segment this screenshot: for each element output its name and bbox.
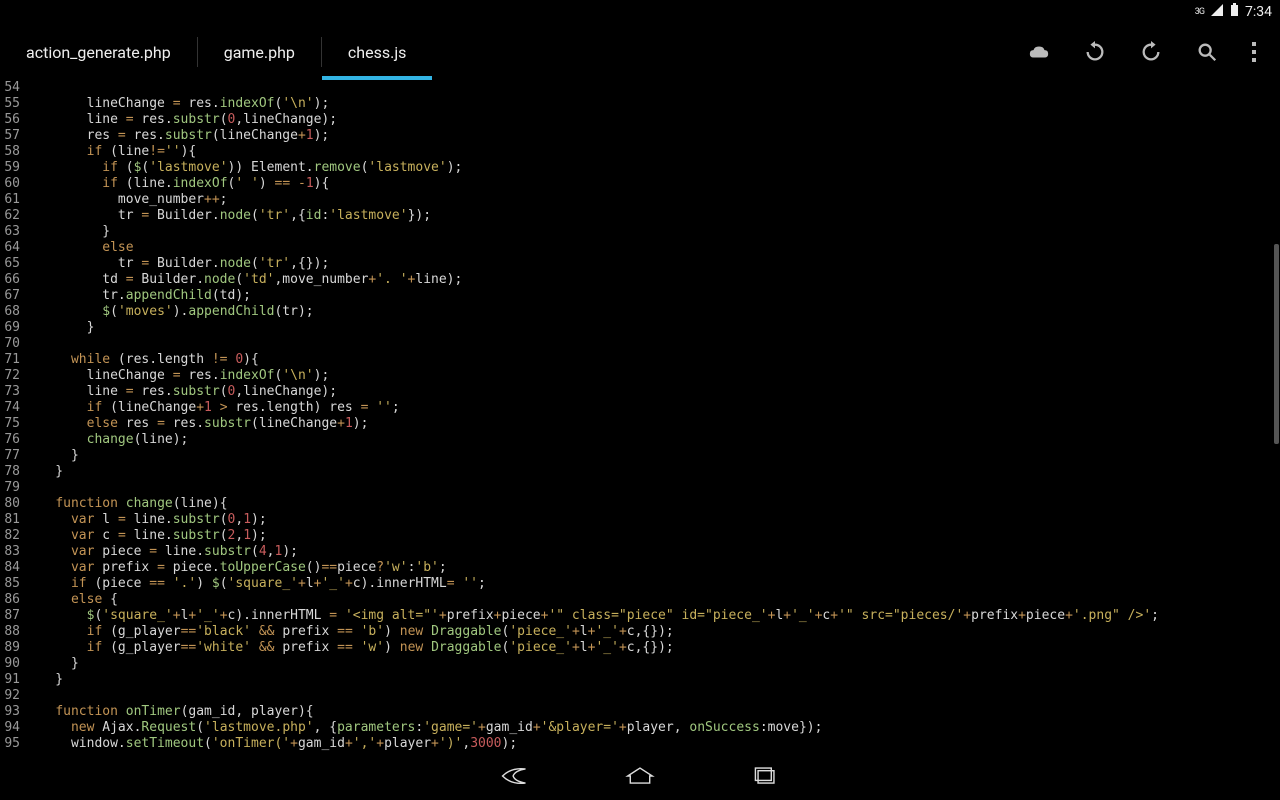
search-icon[interactable]: [1196, 41, 1218, 63]
android-nav-bar: [0, 756, 1280, 800]
scrollbar-thumb[interactable]: [1274, 244, 1279, 444]
toolbar: [1028, 41, 1280, 63]
clock: 7:34: [1245, 4, 1272, 20]
signal-icon: [1210, 3, 1224, 21]
tab-bar: action_generate.phpgame.phpchess.js: [0, 24, 1280, 80]
tab-action_generate-php[interactable]: action_generate.php: [0, 24, 197, 80]
battery-icon: [1230, 3, 1239, 21]
redo-icon[interactable]: [1140, 41, 1162, 63]
tab-chess-js[interactable]: chess.js: [322, 24, 433, 80]
code-editor[interactable]: 54 55 56 57 58 59 60 61 62 63 64 65 66 6…: [0, 80, 1280, 756]
overflow-menu-icon[interactable]: [1252, 42, 1256, 62]
vertical-scrollbar[interactable]: [1274, 84, 1279, 754]
recent-apps-button[interactable]: [751, 764, 781, 792]
cloud-icon[interactable]: [1028, 41, 1050, 63]
android-status-bar: 3G 7:34: [0, 0, 1280, 24]
home-button[interactable]: [625, 764, 655, 792]
line-number-gutter: 54 55 56 57 58 59 60 61 62 63 64 65 66 6…: [0, 80, 24, 756]
network-type-indicator: 3G: [1195, 7, 1204, 17]
code-area[interactable]: lineChange = res.indexOf('\n'); line = r…: [24, 80, 1280, 756]
undo-icon[interactable]: [1084, 41, 1106, 63]
back-button[interactable]: [499, 764, 529, 792]
tab-game-php[interactable]: game.php: [198, 24, 321, 80]
